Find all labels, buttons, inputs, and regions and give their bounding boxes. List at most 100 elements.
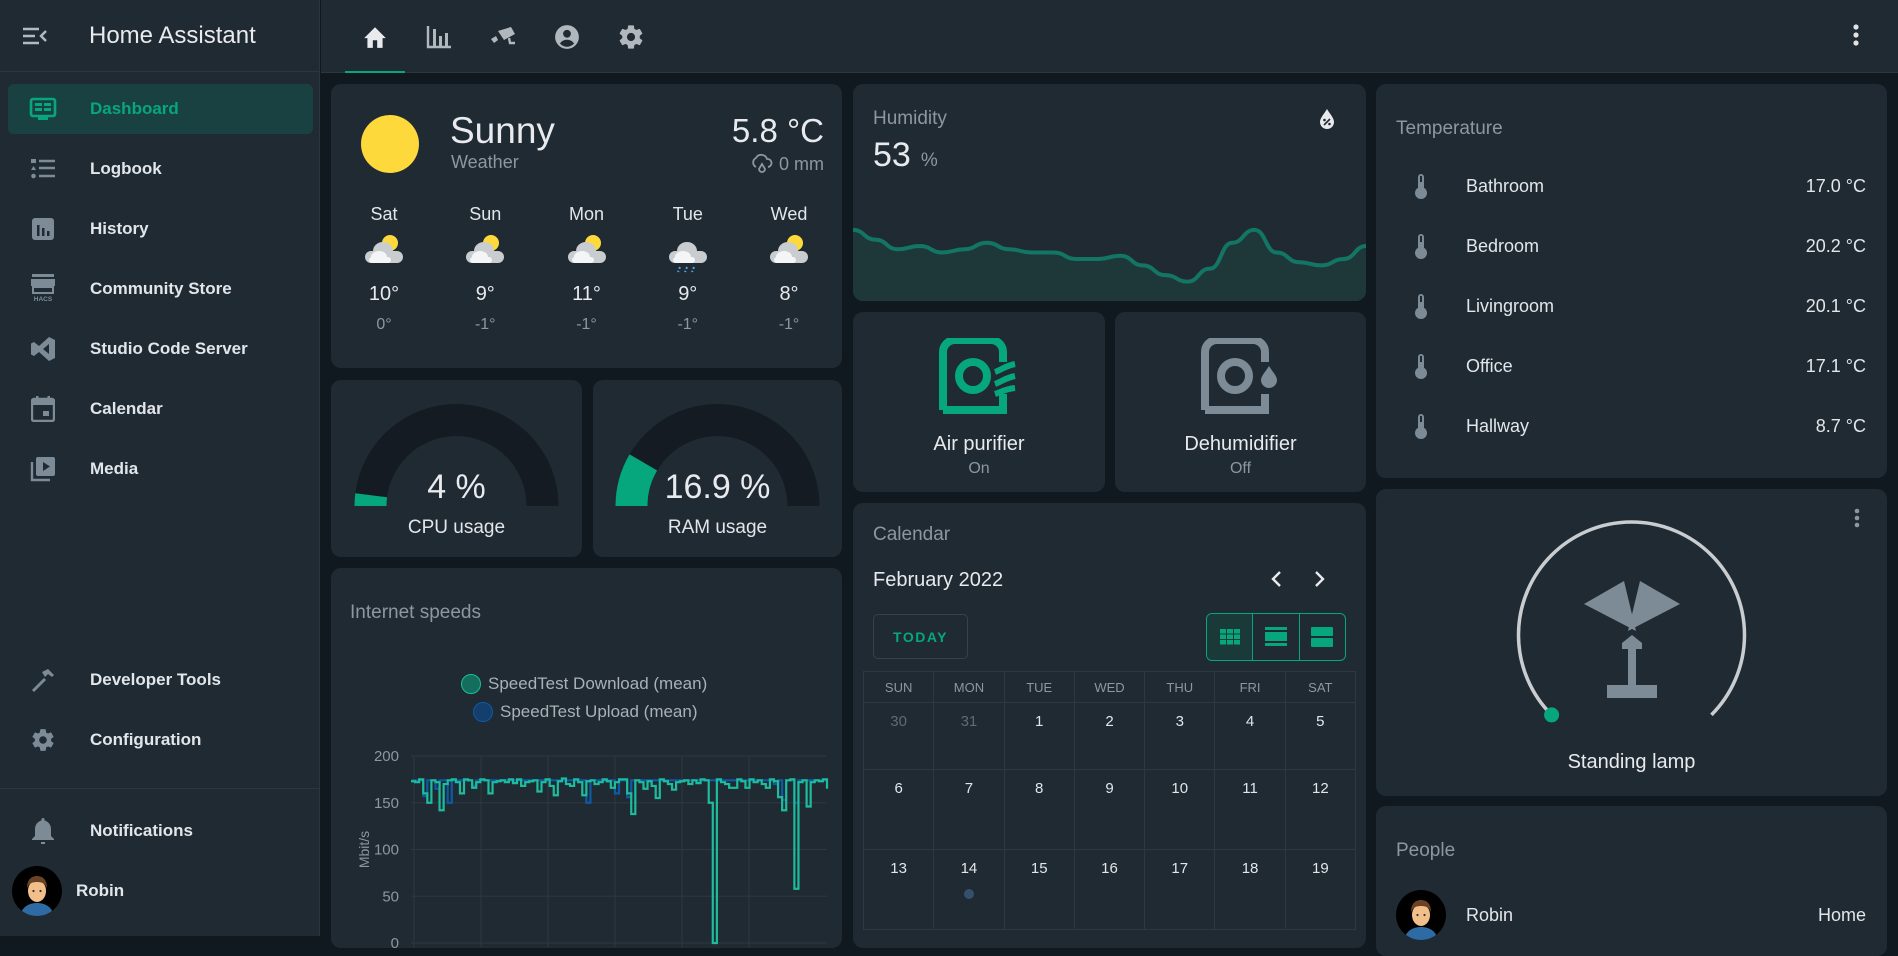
cpu-gauge-card[interactable]: 4 % CPU usage bbox=[331, 380, 582, 557]
calendar-day-cell[interactable]: 15 bbox=[1005, 850, 1075, 929]
sidebar-item-notifications[interactable]: Notifications bbox=[8, 806, 313, 856]
sidebar-item-logbook[interactable]: Logbook bbox=[8, 144, 313, 194]
slider-handle[interactable] bbox=[1544, 707, 1560, 723]
today-button[interactable]: TODAY bbox=[873, 614, 968, 659]
tab-energy[interactable] bbox=[409, 0, 469, 73]
day-number: 8 bbox=[1035, 780, 1044, 797]
day-number: 10 bbox=[1171, 780, 1189, 797]
sidebar-item-developer-tools[interactable]: Developer Tools bbox=[8, 655, 313, 705]
calendar-day-cell[interactable]: 8 bbox=[1005, 770, 1075, 849]
chevron-left-icon bbox=[1271, 571, 1281, 587]
calendar-day-cell[interactable]: 13 bbox=[864, 850, 935, 929]
day-number: 11 bbox=[1242, 780, 1258, 797]
precipitation-value: 0 mm bbox=[779, 153, 824, 174]
account-circle-icon bbox=[555, 24, 579, 49]
calendar-day-cell[interactable]: 11 bbox=[1215, 770, 1286, 849]
temperature-value: 20.1 °C bbox=[1805, 295, 1866, 316]
weekday-label: THU bbox=[1145, 672, 1216, 702]
vscode-icon bbox=[16, 336, 70, 362]
sidebar-item-media[interactable]: Media bbox=[8, 444, 313, 494]
calendar-day-cell[interactable]: 2 bbox=[1075, 703, 1146, 769]
dehumidifier-button[interactable]: Dehumidifier Off bbox=[1115, 312, 1366, 492]
view-day-button[interactable] bbox=[1300, 614, 1345, 660]
calendar-day-cell[interactable]: 12 bbox=[1286, 770, 1355, 849]
day-number: 14 bbox=[960, 860, 978, 877]
day-number: 31 bbox=[960, 713, 978, 730]
sidebar-item-dashboard[interactable]: Dashboard bbox=[8, 84, 313, 134]
ram-gauge-card[interactable]: 16.9 % RAM usage bbox=[593, 380, 842, 557]
calendar-week-row: 13 14 15 16 17 18 19 bbox=[863, 850, 1356, 930]
air-purifier-button[interactable]: Air purifier On bbox=[853, 312, 1105, 492]
view-week-button[interactable] bbox=[1253, 614, 1300, 660]
temperature-row[interactable]: Bedroom 20.2 °C bbox=[1396, 226, 1866, 266]
temperature-row[interactable]: Office 17.1 °C bbox=[1396, 346, 1866, 386]
person-name: Robin bbox=[1466, 904, 1514, 925]
lamp-toggle-button[interactable] bbox=[1575, 575, 1689, 701]
calendar-day-cell[interactable]: 10 bbox=[1145, 770, 1216, 849]
temperature-row[interactable]: Hallway 8.7 °C bbox=[1396, 406, 1866, 446]
temperature-row[interactable]: Livingroom 20.1 °C bbox=[1396, 286, 1866, 326]
calendar-day-cell[interactable]: 3 bbox=[1145, 703, 1216, 769]
calendar-day-cell[interactable]: 5 bbox=[1286, 703, 1355, 769]
humidity-card[interactable]: Humidity 53 % bbox=[853, 84, 1366, 301]
calendar-day-cell[interactable]: 4 bbox=[1215, 703, 1286, 769]
temperature-row[interactable]: Bathroom 17.0 °C bbox=[1396, 166, 1866, 206]
weather-card[interactable]: Sunny Weather 5.8 °C 0 mm Sat 10° 0° Sun 9° -… bbox=[331, 84, 842, 368]
person-row[interactable]: Robin Home bbox=[1396, 890, 1866, 940]
forecast-day-name: Tue bbox=[672, 204, 703, 224]
day-number: 1 bbox=[1035, 713, 1044, 730]
partly-cloudy-icon bbox=[466, 235, 505, 263]
weekday-label: SAT bbox=[1308, 679, 1333, 695]
next-month-button[interactable] bbox=[1313, 569, 1327, 589]
calendar-day-cell[interactable]: 16 bbox=[1075, 850, 1146, 929]
view-month-button[interactable] bbox=[1207, 614, 1254, 660]
avatar-wrap bbox=[10, 866, 64, 916]
collapse-menu-button[interactable] bbox=[0, 26, 70, 46]
legend-item-upload[interactable]: SpeedTest Upload (mean) bbox=[473, 702, 698, 722]
calendar-day-cell[interactable]: 19 bbox=[1286, 850, 1355, 929]
sidebar-item-label: Calendar bbox=[90, 399, 163, 418]
calendar-weekday-header: SUN MON TUE WED THU FRI SAT bbox=[863, 671, 1356, 703]
day-number: 13 bbox=[890, 860, 907, 877]
y-tick-label: 100 bbox=[374, 842, 399, 859]
calendar-day-cell[interactable]: 1 bbox=[1005, 703, 1075, 769]
temperature-room-name: Bedroom bbox=[1466, 235, 1540, 256]
calendar-day-cell[interactable]: 17 bbox=[1145, 850, 1216, 929]
tab-home[interactable] bbox=[345, 0, 405, 73]
sidebar-item-history[interactable]: History bbox=[8, 204, 313, 254]
calendar-day-cell[interactable]: 6 bbox=[864, 770, 935, 849]
forecast-day: Tue 9° -1° bbox=[653, 204, 723, 334]
calendar-day-cell[interactable]: 7 bbox=[934, 770, 1005, 849]
weekday-label: WED bbox=[1075, 672, 1146, 702]
overflow-menu-button[interactable] bbox=[1852, 22, 1860, 48]
day-number: 7 bbox=[964, 780, 974, 797]
sidebar-item-studio-code-server[interactable]: Studio Code Server bbox=[8, 324, 313, 374]
prev-month-button[interactable] bbox=[1269, 569, 1283, 589]
tab-person[interactable] bbox=[537, 0, 597, 73]
person-state: Home bbox=[1817, 904, 1866, 925]
calendar-day-cell[interactable]: 31 bbox=[934, 703, 1005, 769]
sidebar-item-configuration[interactable]: Configuration bbox=[8, 715, 313, 765]
day-number: 15 bbox=[1030, 860, 1048, 877]
legend-item-download[interactable]: SpeedTest Download (mean) bbox=[461, 674, 707, 694]
calendar-day-cell[interactable]: 9 bbox=[1075, 770, 1146, 849]
calendar-day-cell[interactable]: 30 bbox=[864, 703, 935, 769]
day-number: 9 bbox=[1105, 780, 1114, 797]
tab-camera[interactable] bbox=[473, 0, 533, 73]
thermometer-icon bbox=[1415, 414, 1427, 439]
air-purifier-icon bbox=[939, 338, 1016, 414]
day-number: 18 bbox=[1241, 860, 1259, 877]
sidebar-item-calendar[interactable]: Calendar bbox=[8, 384, 313, 434]
tab-settings[interactable] bbox=[601, 0, 661, 73]
weekday-label: FRI bbox=[1215, 672, 1286, 702]
thermometer-icon bbox=[1415, 234, 1427, 259]
menu-open-icon bbox=[23, 27, 47, 44]
weekday-label: MON bbox=[934, 672, 1005, 702]
sidebar-item-user-profile[interactable]: Robin bbox=[8, 866, 313, 916]
calendar-day-cell[interactable]: 14 bbox=[934, 850, 1005, 929]
weekday-label: SUN bbox=[864, 672, 935, 702]
day-number: 30 bbox=[890, 713, 907, 730]
sidebar-item-community-store[interactable]: HACS Community Store bbox=[8, 264, 313, 314]
calendar-day-cell[interactable]: 18 bbox=[1215, 850, 1286, 929]
speed-chart: 0 50 100 150 200 Mbit/s bbox=[356, 748, 829, 948]
